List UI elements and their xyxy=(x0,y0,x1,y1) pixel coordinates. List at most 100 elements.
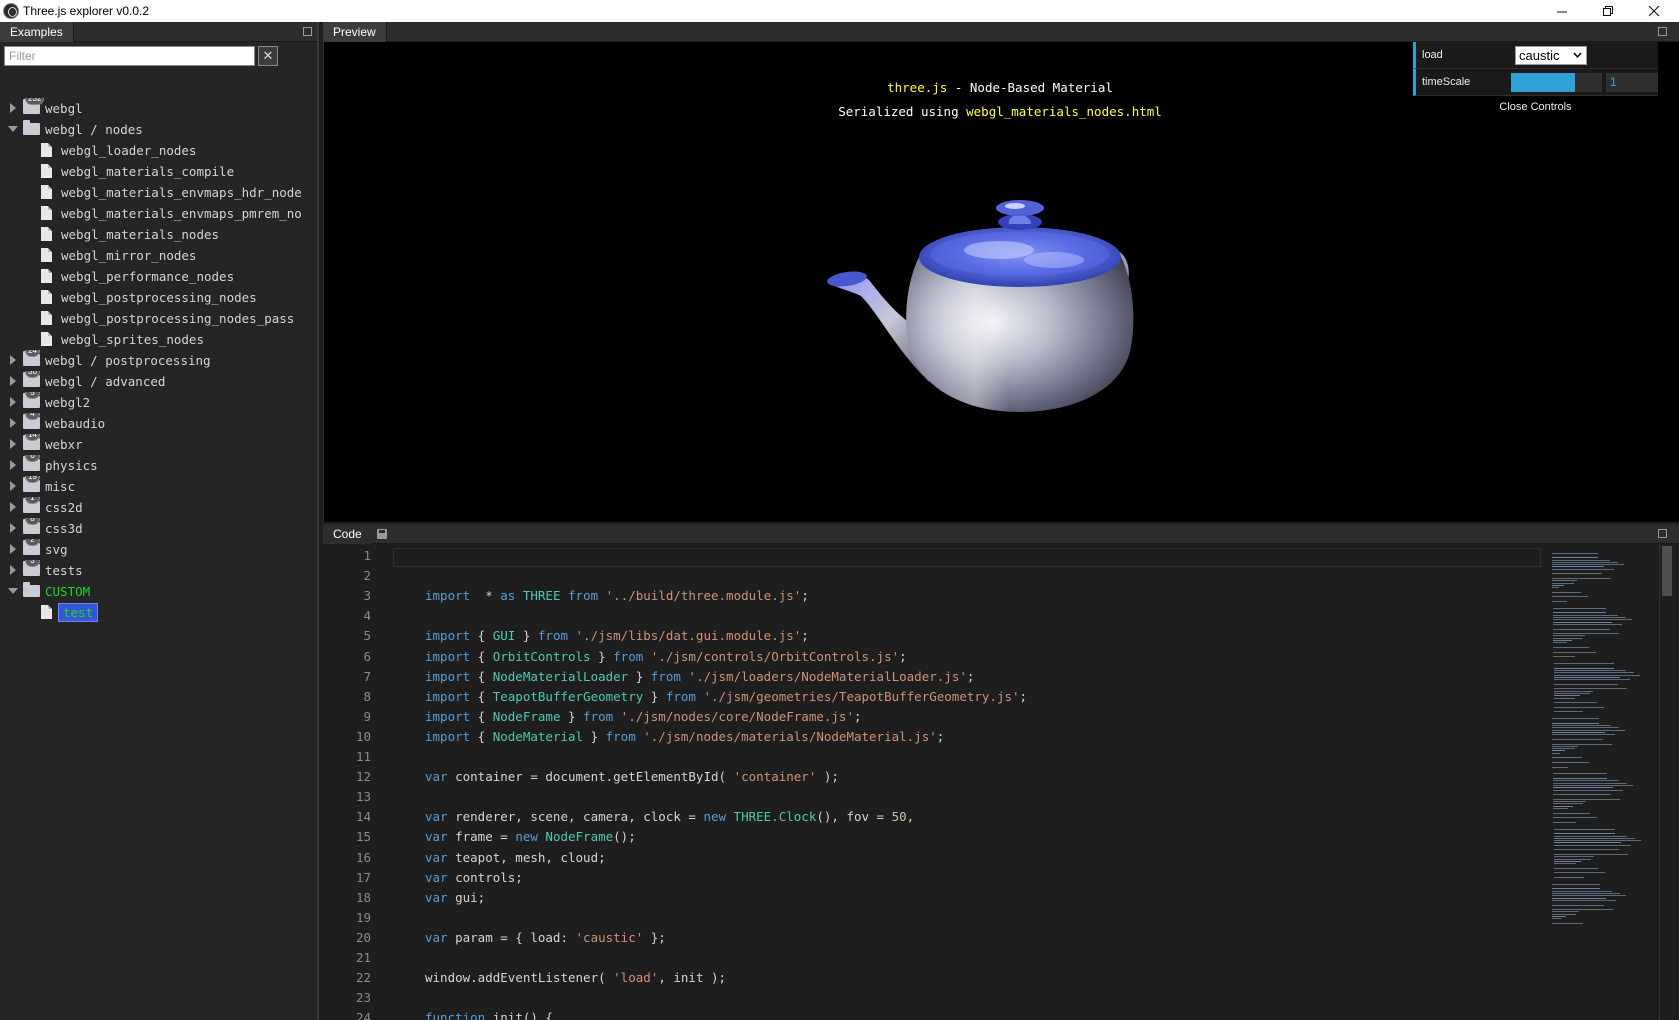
code-token: gui; xyxy=(447,889,486,905)
threejs-link[interactable]: three.js xyxy=(887,80,947,95)
minimap-line xyxy=(1552,600,1568,602)
tree-file[interactable]: webgl_mirror_nodes xyxy=(0,245,318,266)
tree-folder[interactable]: 2 svg xyxy=(0,539,318,560)
folder-label: svg xyxy=(45,542,68,557)
minimap-line xyxy=(1554,711,1584,713)
code-token: from xyxy=(583,708,614,724)
tree-file[interactable]: webgl_postprocessing_nodes xyxy=(0,287,318,308)
tree-folder[interactable]: 8 css3d xyxy=(0,518,318,539)
tab-examples[interactable]: Examples xyxy=(0,22,74,42)
collapsed-arrow-icon[interactable] xyxy=(10,481,16,491)
close-controls-button[interactable]: Close Controls xyxy=(1413,96,1658,116)
line-number: 11 xyxy=(355,749,371,764)
collapsed-arrow-icon[interactable] xyxy=(10,439,16,449)
code-token: 'caustic' xyxy=(575,929,644,945)
minimap-line xyxy=(1552,729,1625,731)
code-token: ; xyxy=(853,708,862,724)
tree-file[interactable]: webgl_materials_envmaps_hdr_node xyxy=(0,182,318,203)
minimap-line xyxy=(1553,656,1576,658)
tree-folder[interactable]: webgl / nodes xyxy=(0,119,318,140)
tree-file[interactable]: webgl_postprocessing_nodes_pass xyxy=(0,308,318,329)
gui-controls: load caustic timeScale 1 Close Controls xyxy=(1413,42,1658,116)
close-window-button[interactable] xyxy=(1631,0,1677,22)
collapsed-arrow-icon[interactable] xyxy=(10,355,16,365)
code-token: } xyxy=(643,688,666,704)
minimap-line xyxy=(1554,663,1614,664)
tree-folder[interactable]: 3 tests xyxy=(0,560,318,581)
tab-preview[interactable]: Preview xyxy=(323,22,387,42)
minimap-line xyxy=(1552,909,1613,911)
tree-file[interactable]: webgl_materials_compile xyxy=(0,161,318,182)
collapsed-arrow-icon[interactable] xyxy=(10,565,16,575)
tree-folder[interactable]: 19 misc xyxy=(0,476,318,497)
code-line: var controls; xyxy=(425,870,523,885)
filter-input[interactable] xyxy=(4,46,255,66)
tree-file[interactable]: webgl_performance_nodes xyxy=(0,266,318,287)
collapsed-arrow-icon[interactable] xyxy=(10,103,16,113)
timescale-slider[interactable] xyxy=(1511,73,1602,92)
file-label: webgl_loader_nodes xyxy=(61,143,197,158)
minimap-line xyxy=(1554,863,1577,865)
minimap-line xyxy=(1552,897,1607,899)
code-editor[interactable]: 1 2 3 4 5 6 7 8 9 10 11 12 13 14 15 16 17 18 19 20 21 22 23 24 … xyxy=(323,544,1679,1020)
tree-file[interactable]: webgl_materials_nodes xyxy=(0,224,318,245)
scrollbar-thumb[interactable] xyxy=(1662,546,1672,596)
tree-file[interactable]: webgl_sprites_nodes xyxy=(0,329,318,350)
tree-folder[interactable]: 232 webgl xyxy=(0,98,318,119)
maximize-panel-icon[interactable] xyxy=(1658,529,1667,538)
collapsed-arrow-icon[interactable] xyxy=(10,523,16,533)
line-number: 15 xyxy=(355,829,371,845)
code-token: } xyxy=(590,648,614,664)
tree-folder[interactable]: 4 webaudio xyxy=(0,413,318,434)
tree-folder[interactable]: CUSTOM xyxy=(0,581,318,602)
tree-folder[interactable]: 5 webgl2 xyxy=(0,392,318,413)
maximize-panel-icon[interactable] xyxy=(1658,27,1667,36)
line-number: 22 xyxy=(355,970,371,986)
file-label: webgl_sprites_nodes xyxy=(61,332,204,347)
code-token: ; xyxy=(966,668,975,684)
expanded-arrow-icon[interactable] xyxy=(8,126,18,132)
maximize-panel-icon[interactable] xyxy=(303,27,312,36)
code-token: init() { xyxy=(485,1010,553,1020)
minimap-line xyxy=(1552,568,1615,570)
file-label: webgl_performance_nodes xyxy=(61,269,235,284)
minimize-button[interactable] xyxy=(1539,0,1585,22)
code-minimap[interactable] xyxy=(1548,544,1658,1020)
code-scrollbar[interactable] xyxy=(1659,544,1673,1020)
file-label: webgl_materials_compile xyxy=(61,164,235,179)
tree-folder[interactable]: 36 webgl / advanced xyxy=(0,371,318,392)
collapsed-arrow-icon[interactable] xyxy=(10,376,16,386)
example-link[interactable]: webgl_materials_nodes.html xyxy=(966,104,1162,119)
load-select[interactable]: caustic xyxy=(1515,46,1587,65)
count-badge: 232 xyxy=(25,98,45,105)
timescale-number-field[interactable]: 1 xyxy=(1606,73,1658,92)
tree-file[interactable]: test xyxy=(0,602,318,623)
collapsed-arrow-icon[interactable] xyxy=(10,397,16,407)
tab-code[interactable]: Code xyxy=(323,524,372,544)
collapsed-arrow-icon[interactable] xyxy=(10,460,16,470)
save-icon[interactable] xyxy=(377,529,387,539)
code-token: import xyxy=(425,708,471,724)
clear-filter-button[interactable]: ✕ xyxy=(258,46,278,66)
tree-folder[interactable]: 6 physics xyxy=(0,455,318,476)
tree-folder[interactable]: 24 webgl / postprocessing xyxy=(0,350,318,371)
minimap-line xyxy=(1552,738,1603,740)
file-icon xyxy=(41,311,52,325)
minimap-line xyxy=(1554,690,1594,692)
minimap-line xyxy=(1553,628,1610,630)
line-number: 7 xyxy=(363,668,371,684)
minimap-line xyxy=(1552,748,1575,750)
minimap-line xyxy=(1554,858,1591,860)
minimap-line xyxy=(1554,669,1626,671)
tree-file[interactable]: webgl_materials_envmaps_pmrem_no xyxy=(0,203,318,224)
restore-button[interactable] xyxy=(1585,0,1631,22)
collapsed-arrow-icon[interactable] xyxy=(10,502,16,512)
minimap-line xyxy=(1552,904,1604,906)
tree-folder[interactable]: 14 webxr xyxy=(0,434,318,455)
expanded-arrow-icon[interactable] xyxy=(8,588,18,594)
collapsed-arrow-icon[interactable] xyxy=(10,418,16,428)
tree-folder[interactable]: 1 css2d xyxy=(0,497,318,518)
tree-file[interactable]: webgl_loader_nodes xyxy=(0,140,318,161)
collapsed-arrow-icon[interactable] xyxy=(10,544,16,554)
minimap-line xyxy=(1553,780,1619,782)
